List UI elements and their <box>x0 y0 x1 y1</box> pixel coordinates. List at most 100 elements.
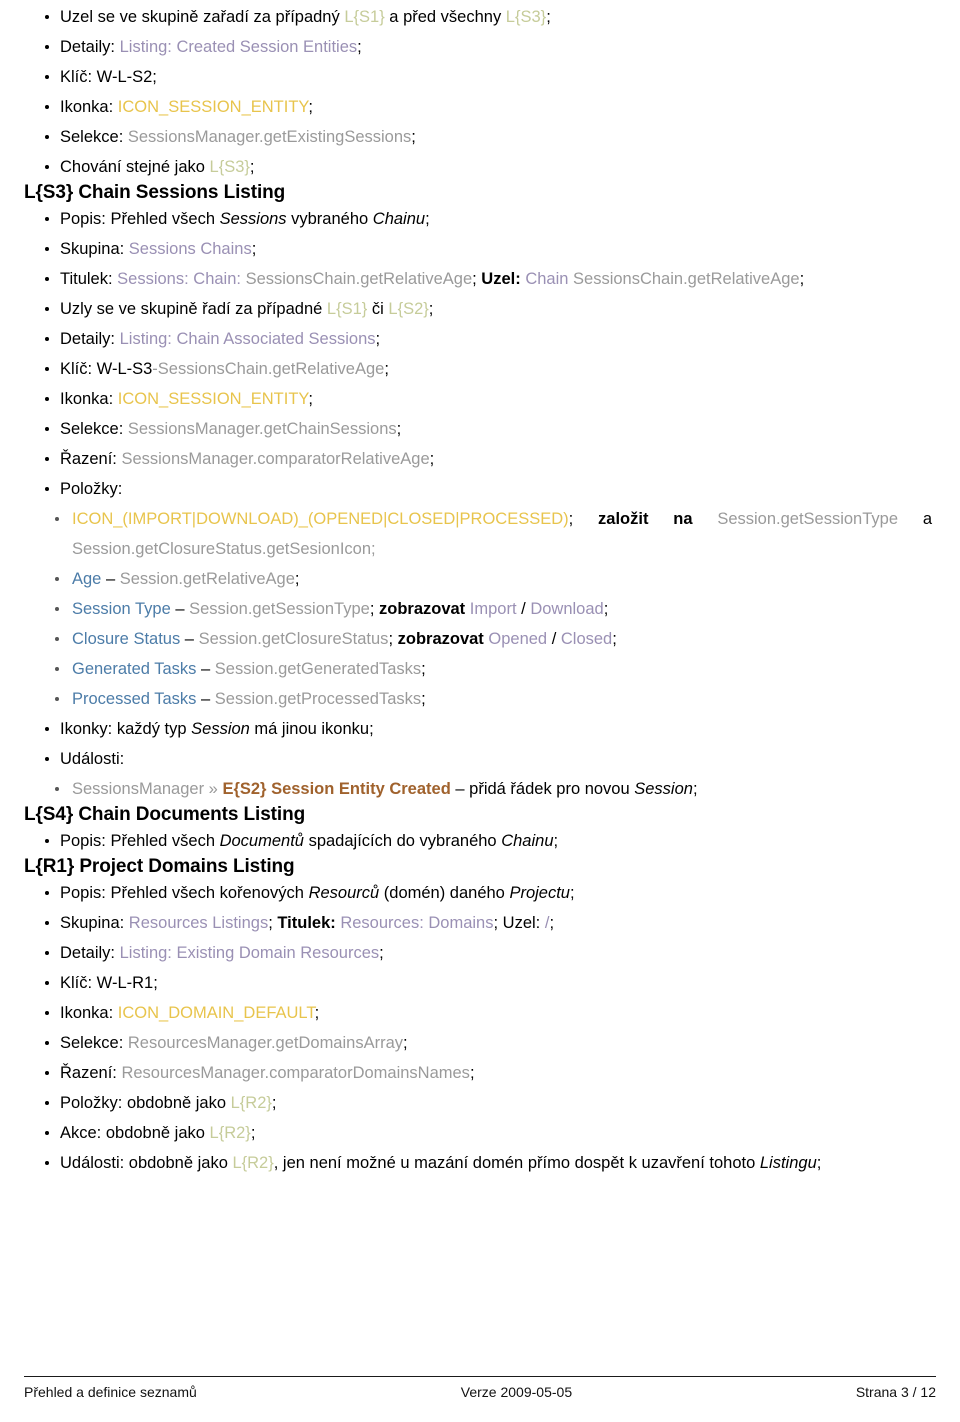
text-run: ; <box>271 1094 277 1112</box>
section-lr1-list: Popis: Přehled všech kořenových Resourců… <box>24 878 936 1178</box>
text-run: E{S2} Session Entity Created <box>222 780 451 798</box>
text-run: Události: <box>60 750 125 768</box>
section-ls3-polozky-sublist: ICON_(IMPORT|DOWNLOAD)_(OPENED|CLOSED|PR… <box>24 504 936 714</box>
text-run: ; <box>799 270 805 288</box>
text-run: Uzel: <box>502 914 541 932</box>
text-run: SessionsManager.comparatorRelativeAge <box>121 450 430 468</box>
text-run: založit na <box>598 510 693 528</box>
text-run: Popis: Přehled všech <box>60 210 220 228</box>
text-run: – <box>196 660 215 678</box>
list-item: Ikonka: ICON_SESSION_ENTITY; <box>24 92 936 122</box>
text-run: SessionsManager.getExistingSessions <box>127 128 412 146</box>
text-run: Age <box>72 570 102 588</box>
footer-left-text: Přehled a definice seznamů <box>24 1384 197 1400</box>
text-run: zobrazovat <box>379 600 466 618</box>
list-item: Popis: Přehled všech kořenových Resourců… <box>24 878 936 908</box>
text-run: ; <box>692 780 698 798</box>
text-run: Ikonky: každý typ <box>60 720 192 738</box>
text-run: L{S3} <box>505 8 547 26</box>
section-heading-lr1: L{R1} Project Domains Listing <box>24 856 295 877</box>
text-run: má jinou ikonku; <box>249 720 374 738</box>
text-run: Ikonka: <box>60 1004 118 1022</box>
text-run: ; <box>612 630 617 648</box>
text-run: Uzel: <box>481 270 521 288</box>
text-run: ; <box>411 128 416 146</box>
section-heading-ls4: L{S4} Chain Documents Listing <box>24 804 306 825</box>
text-run: Session.getGeneratedTasks <box>214 660 422 678</box>
text-run: Session.getClosureStatus <box>198 630 389 648</box>
text-run: Chainu <box>372 210 426 228</box>
section-ls3-list-tail: Ikonky: každý typ Session má jinou ikonk… <box>24 714 936 774</box>
text-run: Session.getSessionType <box>717 510 899 528</box>
text-run: Listing: Existing Domain Resources <box>119 944 380 962</box>
text-run: ; <box>816 1154 822 1172</box>
text-run: Download <box>530 600 604 618</box>
text-run: ; <box>294 570 300 588</box>
list-item: Uzel se ve skupině zařadí za případný L{… <box>24 2 936 32</box>
text-run: Session.getRelativeAge <box>119 570 295 588</box>
text-run: L{R2} <box>232 1154 274 1172</box>
text-run: Listing: Created Session Entities <box>119 38 358 56</box>
text-run: ; <box>549 914 555 932</box>
section-ls4-list: Popis: Přehled všech Documentů spadající… <box>24 826 936 856</box>
text-run: Klíč: W-L-S2; <box>60 68 157 86</box>
text-run: SessionsChain.getRelativeAge <box>573 270 800 288</box>
text-run: Session.getSessionType <box>189 600 370 618</box>
text-run: ; <box>546 8 551 26</box>
text-run: ResourcesManager.comparatorDomainsNames <box>121 1064 470 1082</box>
text-run: / <box>547 630 561 648</box>
list-item: Detaily: Listing: Chain Associated Sessi… <box>24 324 936 354</box>
text-run: Sessions <box>219 210 287 228</box>
text-run: či <box>367 300 389 318</box>
list-item: Události: <box>24 744 936 774</box>
text-run: Řazení: <box>60 1064 122 1082</box>
text-run: L{S1} <box>326 300 368 318</box>
text-run: – <box>180 630 199 648</box>
text-run: Selekce: <box>60 420 128 438</box>
list-item: Chování stejné jako L{S3}; <box>24 152 936 182</box>
list-item: Řazení: ResourcesManager.comparatorDomai… <box>24 1058 936 1088</box>
text-run: a <box>898 510 932 528</box>
text-run: Ikonka: <box>60 390 118 408</box>
text-run: Resources: Domains <box>340 914 494 932</box>
list-item: Session Type – Session.getSessionType; z… <box>24 594 936 624</box>
text-run: Události: obdobně jako <box>60 1154 233 1172</box>
text-run: Popis: Přehled všech <box>60 832 220 850</box>
text-run: Session.getClosureStatus.getSesionIcon; <box>72 540 376 558</box>
text-run: Selekce: <box>60 128 128 146</box>
list-item: Skupina: Resources Listings; Titulek: Re… <box>24 908 936 938</box>
text-run: Closure Status <box>72 630 181 648</box>
list-item: Selekce: ResourcesManager.getDomainsArra… <box>24 1028 936 1058</box>
section-heading-ls3: L{S3} Chain Sessions Listing <box>24 182 286 203</box>
text-run: Processed Tasks <box>72 690 197 708</box>
text-run: ; <box>268 914 278 932</box>
list-item: Generated Tasks – Session.getGeneratedTa… <box>24 654 936 684</box>
list-item: Položky: <box>24 474 936 504</box>
text-run: vybraného <box>286 210 373 228</box>
text-run: ; <box>425 210 430 228</box>
footer-center-text: Verze 2009-05-05 <box>460 1384 573 1400</box>
text-run: Skupina: <box>60 240 129 258</box>
text-run: (domén) daného <box>379 884 510 902</box>
text-run: Resourců <box>308 884 380 902</box>
text-run: ; <box>421 660 426 678</box>
text-run: SessionsManager <box>72 780 205 798</box>
list-item: Popis: Přehled všech Sessions vybraného … <box>24 204 936 234</box>
text-run: L{S2} <box>388 300 429 318</box>
text-run: ; <box>384 360 389 378</box>
text-run: Řazení: <box>60 450 122 468</box>
text-run: Klíč: W-L-S3 <box>60 360 153 378</box>
text-run: ICON_SESSION_ENTITY <box>117 390 309 408</box>
text-run: a před všechny <box>384 8 506 26</box>
list-item: Processed Tasks – Session.getProcessedTa… <box>24 684 936 714</box>
text-run: Session Type <box>72 600 171 618</box>
text-run: » <box>208 780 218 798</box>
list-item: Detaily: Listing: Created Session Entiti… <box>24 32 936 62</box>
text-run: Import <box>469 600 517 618</box>
text-run: ; <box>403 1034 408 1052</box>
text-run: ICON_SESSION_ENTITY <box>117 98 309 116</box>
text-run: – <box>101 570 120 588</box>
footer-page-number: Strana 3 / 12 <box>855 1384 936 1400</box>
list-item: Položky: obdobně jako L{R2}; <box>24 1088 936 1118</box>
text-run: Chainu <box>501 832 554 850</box>
